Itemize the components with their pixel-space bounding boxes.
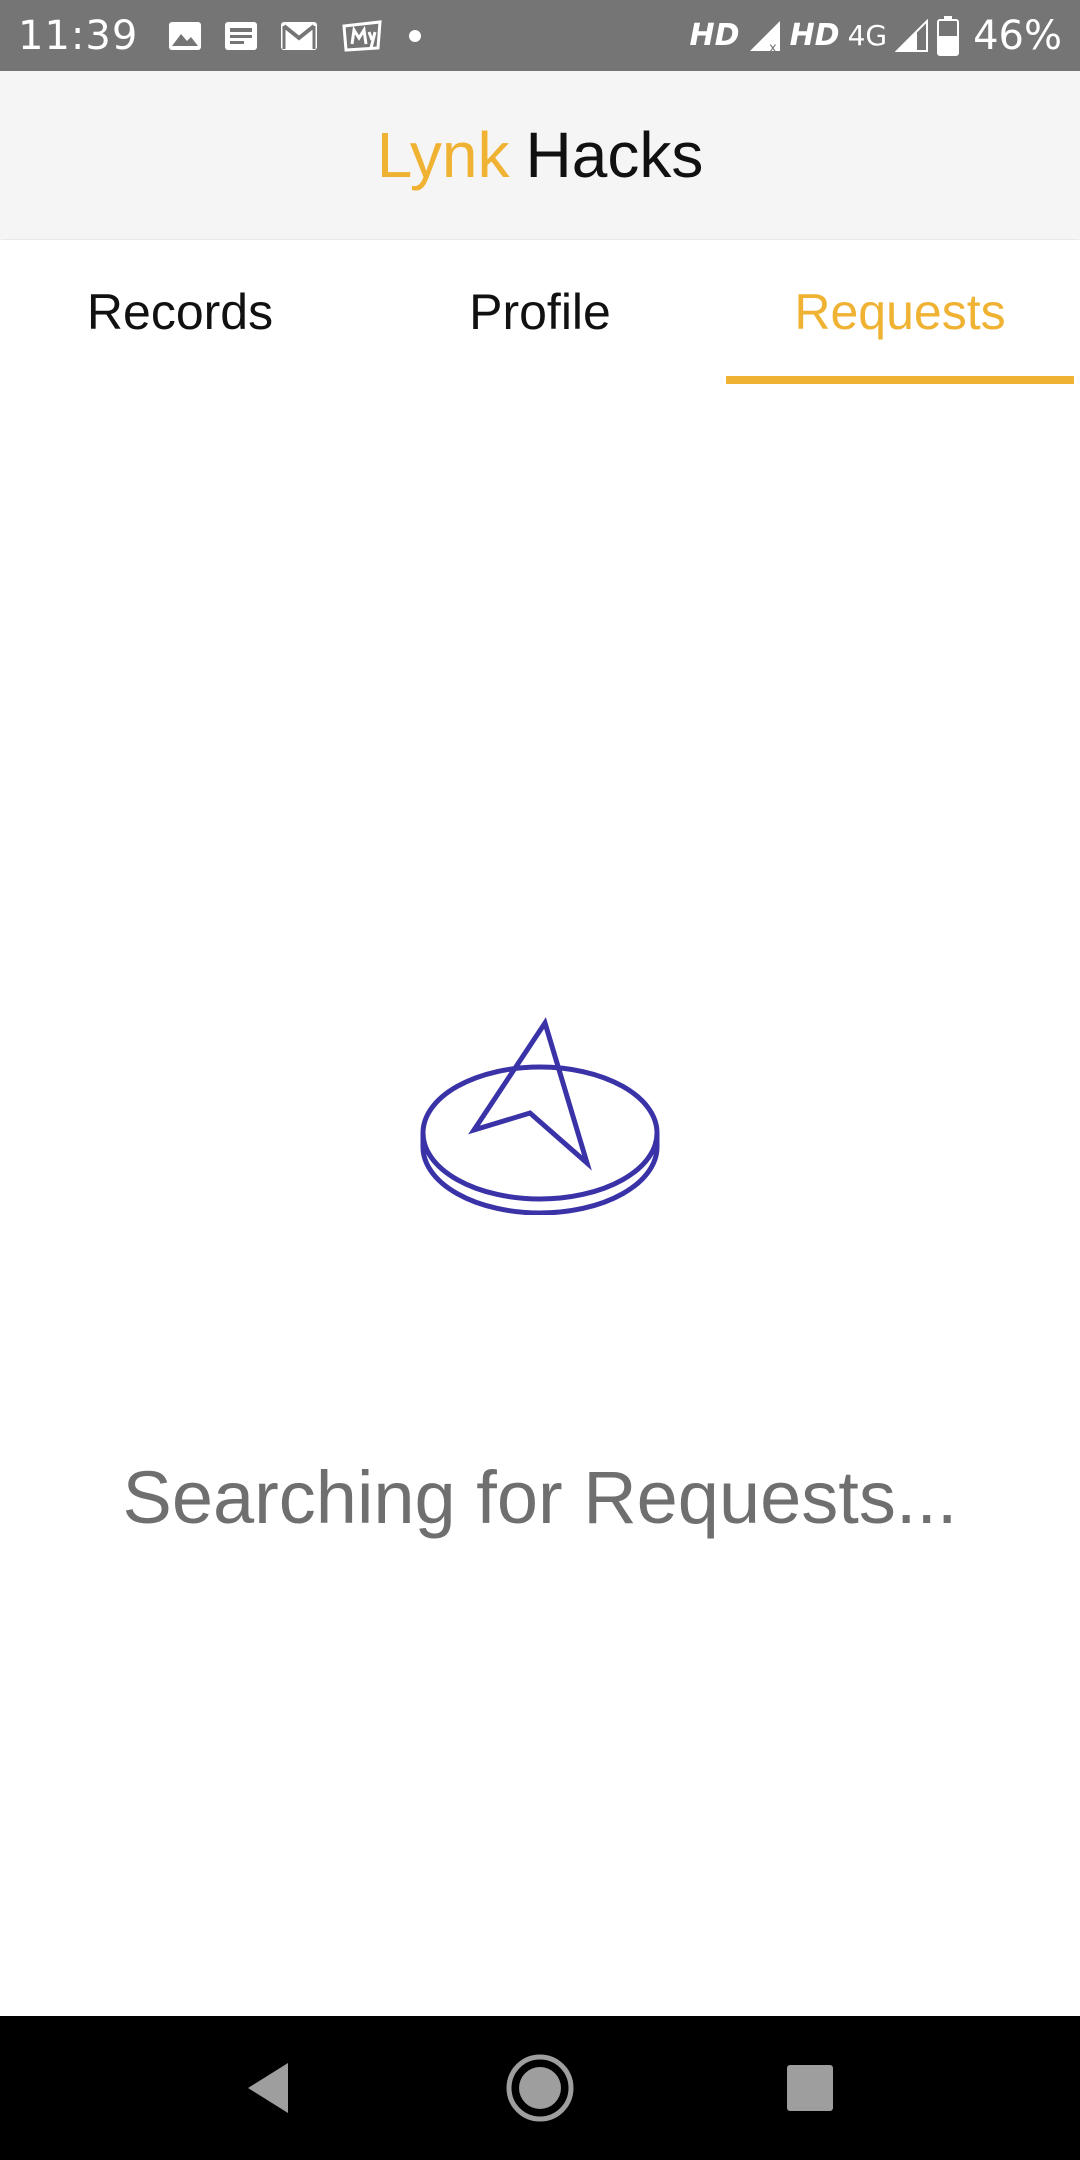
compass-icon xyxy=(415,1015,665,1216)
tab-records-label: Records xyxy=(86,284,274,340)
signal-icon-2 xyxy=(895,18,929,53)
tab-requests-label: Requests xyxy=(794,284,1006,340)
recents-icon xyxy=(787,2065,833,2111)
battery-percent: 46% xyxy=(973,12,1062,59)
hd-label-1: HD xyxy=(689,18,740,53)
myntra-icon xyxy=(340,18,386,54)
gmail-icon xyxy=(280,21,318,51)
battery-icon xyxy=(937,15,960,56)
home-icon xyxy=(506,2054,574,2122)
system-nav-bar xyxy=(0,2016,1080,2160)
news-icon xyxy=(224,21,258,51)
hd-label-2: HD xyxy=(789,18,840,53)
status-bar: 11:39 HD x HD 4G 46% xyxy=(0,0,1080,71)
svg-text:x: x xyxy=(769,41,777,53)
notification-icons xyxy=(168,18,422,54)
tab-active-indicator xyxy=(726,376,1074,384)
app-bar: Lynk Hacks xyxy=(0,71,1080,239)
network-type: 4G xyxy=(847,19,888,52)
status-right-group: HD x HD 4G 46% xyxy=(690,13,1062,59)
tab-records[interactable]: Records xyxy=(0,240,360,384)
tab-bar: Records Profile Requests xyxy=(0,240,1080,384)
tab-requests[interactable]: Requests xyxy=(720,240,1080,384)
tab-profile[interactable]: Profile xyxy=(360,240,720,384)
screen: 11:39 HD x HD 4G 46% Lynk Hacks Records … xyxy=(0,0,1080,2160)
dot-icon xyxy=(408,29,422,43)
image-icon xyxy=(168,21,202,51)
app-title-accent: Lynk xyxy=(376,119,510,191)
back-button[interactable] xyxy=(208,2016,328,2160)
tab-profile-label: Profile xyxy=(469,284,611,340)
recents-button[interactable] xyxy=(750,2016,870,2160)
app-title-main: Hacks xyxy=(525,119,704,191)
searching-status-text: Searching for Requests... xyxy=(122,1456,958,1539)
signal-icon-1: x xyxy=(748,19,782,53)
back-icon xyxy=(248,2063,288,2113)
status-time: 11:39 xyxy=(18,12,139,59)
home-button[interactable] xyxy=(480,2016,600,2160)
